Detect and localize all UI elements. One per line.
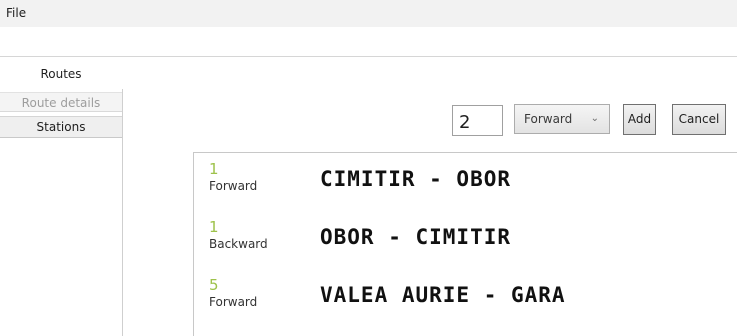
route-name: OBOR - CIMITIR: [320, 225, 512, 249]
route-number: 5: [209, 276, 219, 294]
direction-dropdown[interactable]: Forward ⌄: [514, 104, 610, 134]
route-name: CIMITIR - OBOR: [320, 167, 512, 191]
route-direction: Backward: [209, 237, 268, 251]
menu-file[interactable]: File: [6, 6, 26, 21]
tab-route-details: Route details: [0, 92, 122, 112]
route-direction: Forward: [209, 295, 258, 309]
menu-bar: File: [0, 0, 737, 27]
tabs-panel-separator: [122, 89, 123, 336]
route-name: VALEA AURIE - GARA: [320, 283, 566, 307]
route-number: 1: [209, 218, 219, 236]
direction-dropdown-value: Forward: [524, 112, 573, 126]
tab-stations[interactable]: Stations: [0, 116, 122, 138]
route-number-input[interactable]: [452, 105, 503, 136]
add-button[interactable]: Add: [623, 104, 656, 135]
chevron-down-icon: ⌄: [590, 113, 599, 124]
route-number: 1: [209, 160, 219, 178]
tabs-divider: [0, 56, 737, 57]
cancel-button[interactable]: Cancel: [672, 104, 726, 135]
route-item[interactable]: 1 Backward OBOR - CIMITIR: [194, 211, 737, 269]
tab-routes[interactable]: Routes: [0, 61, 122, 89]
routes-list[interactable]: 1 Forward CIMITIR - OBOR 1 Backward OBOR…: [193, 152, 737, 336]
route-item[interactable]: 5 Forward VALEA AURIE - GARA: [194, 269, 737, 327]
route-direction: Forward: [209, 179, 258, 193]
route-item[interactable]: 1 Forward CIMITIR - OBOR: [194, 153, 737, 211]
